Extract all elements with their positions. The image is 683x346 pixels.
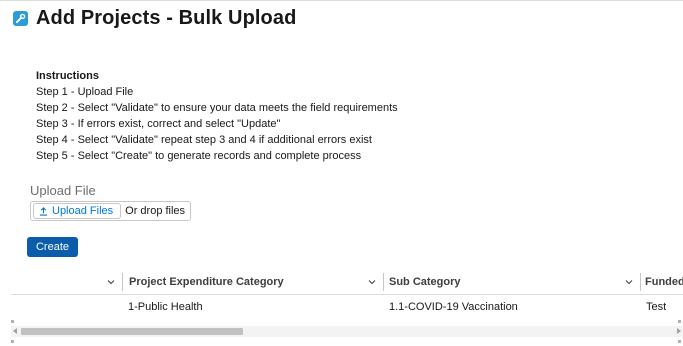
instructions-heading: Instructions xyxy=(36,70,99,82)
upload-files-label: Upload Files xyxy=(52,205,114,217)
instruction-step: Step 2 - Select "Validate" to ensure you… xyxy=(36,102,398,114)
table-row: 1-Public Health 1.1-COVID-19 Vaccination… xyxy=(11,295,683,319)
table-header-row: Project Expenditure Category Sub Categor… xyxy=(11,270,683,295)
chevron-down-icon[interactable] xyxy=(107,278,115,286)
file-drop-zone[interactable]: Upload Files Or drop files xyxy=(30,201,191,221)
top-divider xyxy=(0,0,683,1)
column-header-category[interactable]: Project Expenditure Category xyxy=(129,270,284,294)
instruction-step: Step 3 - If errors exist, correct and se… xyxy=(36,118,281,130)
create-button[interactable]: Create xyxy=(27,237,78,257)
drop-files-text: Or drop files xyxy=(125,205,186,217)
upload-files-button[interactable]: Upload Files xyxy=(33,203,122,219)
scroll-tick xyxy=(678,340,681,343)
column-header-funded[interactable]: Funded xyxy=(645,270,683,294)
cell-sub-category: 1.1-COVID-19 Vaccination xyxy=(389,301,518,313)
instruction-step: Step 4 - Select "Validate" repeat step 3… xyxy=(36,134,372,146)
scroll-tick xyxy=(11,340,14,343)
instruction-step: Step 5 - Select "Create" to generate rec… xyxy=(36,150,362,162)
cell-category: 1-Public Health xyxy=(128,301,203,313)
page-title: Add Projects - Bulk Upload xyxy=(36,7,297,29)
upload-file-label: Upload File xyxy=(30,183,96,198)
column-divider[interactable] xyxy=(383,273,384,291)
wrench-icon xyxy=(13,11,28,26)
projects-table: Project Expenditure Category Sub Categor… xyxy=(11,270,683,319)
column-divider[interactable] xyxy=(640,273,641,291)
page-header: Add Projects - Bulk Upload xyxy=(13,7,296,30)
cell-funded: Test xyxy=(646,301,667,313)
column-divider[interactable] xyxy=(122,273,123,291)
chevron-down-icon[interactable] xyxy=(625,278,633,286)
scroll-tick xyxy=(11,320,14,323)
scrollbar-thumb[interactable] xyxy=(21,328,243,335)
column-header-sub-category[interactable]: Sub Category xyxy=(389,270,461,294)
instructions-panel: Instructions Step 1 - Upload File Step 2… xyxy=(36,68,398,164)
scroll-right-icon[interactable] xyxy=(677,328,681,334)
horizontal-scrollbar[interactable] xyxy=(11,326,683,337)
upload-icon xyxy=(39,206,48,216)
scroll-left-icon[interactable] xyxy=(13,328,17,334)
chevron-down-icon[interactable] xyxy=(368,278,376,286)
scroll-tick xyxy=(678,320,681,323)
instruction-step: Step 1 - Upload File xyxy=(36,86,134,98)
